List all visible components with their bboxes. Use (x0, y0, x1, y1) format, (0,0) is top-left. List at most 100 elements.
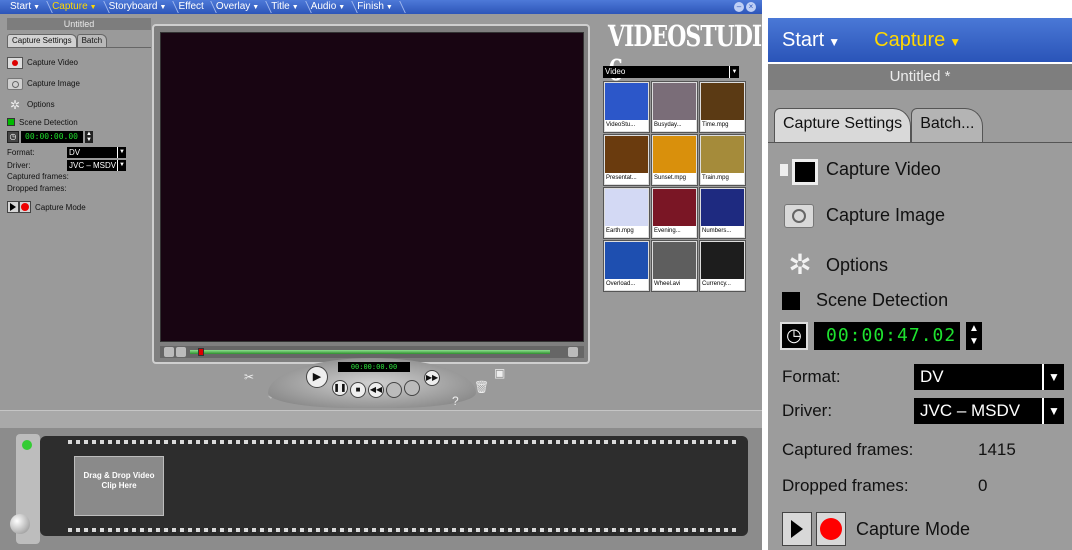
video-camera-icon (780, 156, 820, 185)
scene-detection-checkbox[interactable]: Scene Detection (7, 115, 151, 129)
close-icon[interactable]: × (746, 2, 756, 12)
zoom-scene-detection-checkbox[interactable]: Scene Detection (780, 290, 948, 311)
scrub-track[interactable] (190, 350, 550, 354)
capture-image-button[interactable]: Capture Image (7, 73, 151, 94)
library-thumbnail[interactable]: Currency... (699, 240, 746, 292)
library-thumbnail[interactable]: Earth.mpg (603, 187, 650, 239)
library-thumbnail[interactable]: Overload... (603, 240, 650, 292)
zoom-format-field: Format: DV ▼ (782, 364, 1064, 390)
options-button[interactable]: ✲ Options (7, 94, 151, 115)
zoom-capture-image-button[interactable]: Capture Image (780, 202, 945, 228)
volume-icon[interactable] (568, 347, 578, 357)
zoom-driver-select[interactable]: JVC – MSDV (914, 398, 1042, 424)
play-icon[interactable]: ▶ (306, 366, 328, 388)
split-clip-icon[interactable]: ✂ (244, 370, 254, 384)
library-thumbnail[interactable]: Evening... (651, 187, 698, 239)
minimize-icon[interactable]: – (734, 2, 744, 12)
zoom-menu-start[interactable]: Start ▼ (768, 29, 850, 52)
thumbnail-image (701, 189, 744, 227)
menu-finish[interactable]: Finish ▼ (351, 0, 399, 14)
clock-icon[interactable]: ◷ (780, 322, 808, 350)
clock-icon[interactable]: ◷ (7, 131, 19, 143)
timecode-spinner[interactable]: ▲ ▼ (85, 131, 93, 143)
fast-forward-icon[interactable]: ▶▶ (424, 370, 440, 386)
zoom-panel-body: Capture Settings Batch... Capture Video … (768, 90, 1072, 550)
capture-video-button[interactable]: Capture Video (7, 52, 151, 73)
timecode-display[interactable]: 00:00:00.00 (21, 131, 83, 143)
library-thumbnail[interactable]: VideoStu... (603, 81, 650, 133)
help-icon[interactable]: ? (452, 394, 459, 408)
scrub-bar (160, 346, 584, 358)
menu-start[interactable]: Start ▼ (4, 0, 46, 14)
play-button[interactable] (7, 201, 19, 213)
thumbnail-caption: Currency... (701, 279, 744, 290)
zoom-capture-video-button[interactable]: Capture Video (780, 156, 941, 185)
zoom-record-button[interactable] (816, 512, 846, 546)
checkbox-icon (782, 291, 800, 310)
tab-capture-settings[interactable]: Capture Settings (7, 34, 77, 47)
library-thumbnail[interactable]: Numbers... (699, 187, 746, 239)
zoom-driver-field: Driver: JVC – MSDV ▼ (782, 398, 1064, 424)
library-thumbnail[interactable]: Busyday... (651, 81, 698, 133)
camera-icon (7, 77, 23, 90)
options-panel: Untitled Capture Settings Batch Capture … (7, 18, 151, 268)
thumbnail-image (701, 136, 744, 174)
zoom-format-select[interactable]: DV (914, 364, 1042, 390)
record-button[interactable] (19, 201, 31, 213)
trash-icon[interactable]: 🗑 (474, 380, 489, 394)
timeline-divider[interactable] (0, 410, 762, 428)
chevron-down-icon[interactable]: ▼ (1042, 398, 1064, 424)
menu-bar: Start ▼ Capture ▼ Storyboard ▼ Effect Overl… (0, 0, 762, 14)
drop-zone[interactable]: Drag & Drop Video Clip Here (74, 456, 164, 516)
chevron-down-icon[interactable]: ▼ (117, 146, 126, 158)
zoom-tab-capture-settings[interactable]: Capture Settings (774, 108, 912, 142)
captured-frames-value: 1415 (978, 440, 1016, 459)
library-thumbnail[interactable]: Wheel.avi (651, 240, 698, 292)
library-category-select[interactable]: Video ▼ (603, 66, 739, 78)
zoom-dropped-frames: Dropped frames: 0 (782, 476, 988, 495)
zoom-options-button[interactable]: ✲ Options (780, 249, 888, 280)
stop-icon[interactable]: ■ (350, 382, 366, 398)
zoom-play-button[interactable] (782, 512, 812, 546)
menu-storyboard[interactable]: Storyboard ▼ (103, 0, 173, 14)
mark-in-button[interactable] (164, 347, 174, 357)
library-thumbnail[interactable]: Time.mpg (699, 81, 746, 133)
zoom-timecode-display[interactable]: 00:00:47.02 (814, 322, 960, 350)
save-icon[interactable]: ▣ (494, 366, 505, 380)
thumbnail-caption: Time.mpg (701, 120, 744, 131)
library-thumbnail[interactable]: Presentat... (603, 134, 650, 186)
menu-title[interactable]: Title ▼ (265, 0, 304, 14)
library-thumbnail[interactable]: Train.mpg (699, 134, 746, 186)
menu-audio[interactable]: Audio ▼ (305, 0, 352, 14)
chevron-down-icon[interactable]: ▼ (117, 159, 126, 171)
mark-out-button[interactable] (176, 347, 186, 357)
checkbox-checked-icon (7, 118, 15, 126)
zoom-timecode-spinner[interactable]: ▲ ▼ (966, 322, 982, 350)
library-thumbnail[interactable]: Sunset.mpg (651, 134, 698, 186)
menu-effect[interactable]: Effect (172, 0, 209, 14)
chevron-down-icon[interactable]: ▼ (1042, 364, 1064, 390)
scrub-handle[interactable] (198, 348, 204, 356)
thumbnail-image (605, 242, 648, 280)
status-led-icon (22, 440, 32, 450)
driver-field: Driver: JVC – MSDV ▼ (7, 159, 126, 171)
thumbnail-caption: VideoStu... (605, 120, 648, 131)
format-select[interactable]: DV (67, 146, 117, 158)
menu-overlay[interactable]: Overlay ▼ (210, 0, 265, 14)
tab-batch[interactable]: Batch (76, 34, 108, 47)
chevron-down-icon[interactable]: ▼ (729, 66, 739, 78)
rewind-icon[interactable]: ◀◀ (368, 382, 384, 398)
zoom-tab-batch[interactable]: Batch... (911, 108, 984, 142)
zoom-capture-mode-row: Capture Mode (782, 512, 970, 546)
driver-select[interactable]: JVC – MSDV (67, 159, 117, 171)
pause-icon[interactable]: ❚❚ (332, 380, 348, 396)
step-forward-icon[interactable] (404, 380, 420, 396)
storyboard-filmstrip[interactable]: Drag & Drop Video Clip Here (40, 436, 748, 536)
play-icon (791, 520, 803, 538)
timeline-knob[interactable] (10, 514, 30, 534)
step-back-icon[interactable] (386, 382, 402, 398)
menu-capture[interactable]: Capture ▼ (46, 0, 103, 14)
timeline-area: Drag & Drop Video Clip Here (0, 428, 762, 550)
gear-icon: ✲ (788, 249, 812, 280)
zoom-menu-capture[interactable]: Capture ▼ (850, 29, 971, 52)
